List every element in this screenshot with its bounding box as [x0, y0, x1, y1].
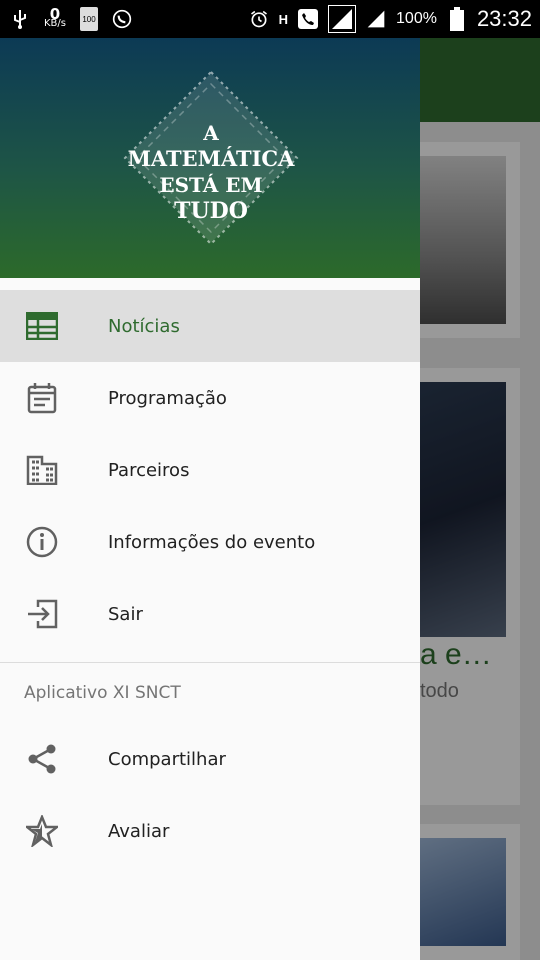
logo-line: A — [203, 121, 219, 145]
phone-icon — [298, 9, 319, 29]
menu-item-compartilhar[interactable]: Compartilhar — [0, 723, 420, 795]
menu-item-label: Notícias — [108, 315, 180, 337]
share-icon — [24, 741, 60, 777]
calendar-icon — [24, 380, 60, 416]
status-bar: 0 KB/s 100 H 100% 23:32 — [0, 0, 540, 38]
battery-icon — [447, 7, 467, 31]
drawer-menu: Notícias Programação Parceiros Informaçõ… — [0, 290, 420, 867]
usb-icon — [10, 9, 30, 29]
info-icon — [24, 524, 60, 560]
menu-item-label: Compartilhar — [108, 748, 226, 770]
logo-line: MATEMÁTICA — [127, 146, 295, 171]
menu-item-parceiros[interactable]: Parceiros — [0, 434, 420, 506]
signal-icon-2 — [366, 9, 386, 29]
event-logo: A MATEMÁTICA ESTÁ EM TUDO — [121, 68, 301, 248]
drawer-header: A MATEMÁTICA ESTÁ EM TUDO — [0, 38, 420, 278]
menu-item-label: Informações do evento — [108, 531, 316, 553]
network-type: H — [278, 11, 289, 27]
menu-item-label: Avaliar — [108, 820, 170, 842]
section-title: Aplicativo XI SNCT — [24, 683, 181, 703]
menu-item-sair[interactable]: Sair — [0, 578, 420, 650]
navigation-drawer: A MATEMÁTICA ESTÁ EM TUDO Notícias Progr… — [0, 38, 420, 960]
building-icon — [24, 452, 60, 488]
menu-item-informacoes[interactable]: Informações do evento — [0, 506, 420, 578]
alarm-icon — [249, 9, 269, 29]
storage-badge-icon: 100 — [80, 7, 98, 31]
logo-line: ESTÁ EM — [159, 173, 263, 197]
newspaper-icon — [24, 308, 60, 344]
menu-item-programacao[interactable]: Programação — [0, 362, 420, 434]
menu-item-avaliar[interactable]: Avaliar — [0, 795, 420, 867]
whatsapp-icon — [112, 9, 132, 29]
signal-icon — [328, 5, 357, 33]
clock: 23:32 — [476, 6, 532, 31]
logo-line: TUDO — [174, 198, 248, 224]
battery-percent: 100% — [396, 10, 437, 27]
network-speed: 0 KB/s — [44, 5, 66, 29]
menu-item-label: Sair — [108, 603, 143, 625]
menu-item-noticias[interactable]: Notícias — [0, 290, 420, 362]
menu-item-label: Parceiros — [108, 459, 190, 481]
exit-icon — [24, 596, 60, 632]
star-icon — [24, 813, 60, 849]
menu-item-label: Programação — [108, 387, 227, 409]
